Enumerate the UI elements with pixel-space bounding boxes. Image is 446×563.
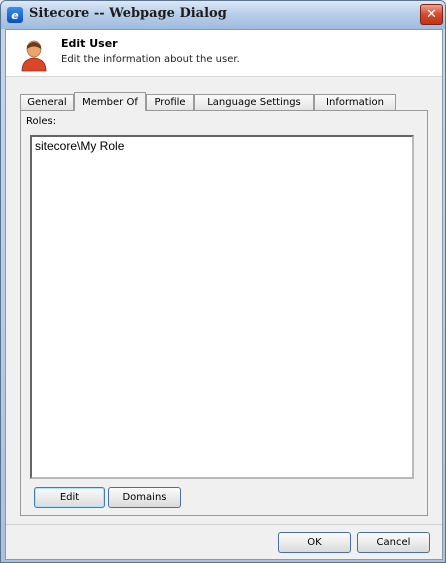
dialog-body: Edit User Edit the information about the… (5, 29, 443, 560)
tab-general[interactable]: General (20, 94, 74, 110)
tab-information[interactable]: Information (314, 94, 396, 110)
window-title: Sitecore -- Webpage Dialog (29, 6, 227, 21)
dialog-heading: Edit User (61, 37, 118, 50)
dialog-window: e Sitecore -- Webpage Dialog ✕ Edit User… (0, 0, 446, 563)
edit-button[interactable]: Edit (34, 487, 105, 508)
tab-member-of[interactable]: Member Of (74, 92, 146, 111)
tab-language-settings[interactable]: Language Settings (194, 94, 314, 110)
cancel-button[interactable]: Cancel (357, 532, 430, 553)
dialog-subtitle: Edit the information about the user. (61, 54, 240, 65)
footer-divider (6, 524, 442, 525)
member-of-panel: Roles: sitecore\My Role Edit Domains (20, 110, 428, 516)
close-button[interactable]: ✕ (420, 4, 443, 25)
dialog-header: Edit User Edit the information about the… (6, 30, 442, 77)
roles-listbox[interactable]: sitecore\My Role (30, 135, 414, 479)
domains-button[interactable]: Domains (108, 487, 181, 508)
tab-profile[interactable]: Profile (146, 94, 194, 110)
user-avatar-icon (21, 40, 47, 72)
role-list-item[interactable]: sitecore\My Role (35, 139, 124, 153)
roles-label: Roles: (26, 116, 57, 127)
ie-icon: e (7, 7, 23, 23)
title-bar[interactable]: e Sitecore -- Webpage Dialog ✕ (1, 1, 445, 29)
ok-button[interactable]: OK (278, 532, 351, 553)
